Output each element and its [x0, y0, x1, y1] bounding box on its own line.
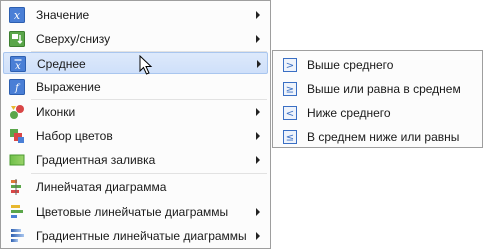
- icon-set-icon: [10, 105, 24, 119]
- submenu-item-above-or-equal-average[interactable]: ≥ Выше или равна в среднем: [275, 78, 480, 100]
- menu-item-label: Цветовые линейчатые диаграммы: [36, 205, 229, 219]
- color-set-icon: [10, 129, 24, 143]
- submenu-arrow-icon: [256, 208, 260, 216]
- menu-item-color-set[interactable]: Набор цветов: [3, 125, 268, 147]
- menu-separator: [31, 173, 267, 174]
- greater-than-icon: >: [283, 58, 297, 72]
- menu-separator: [31, 99, 267, 100]
- svg-text:x: x: [14, 9, 21, 22]
- submenu-arrow-icon: [256, 132, 260, 140]
- gradient-fill-icon: [9, 154, 25, 166]
- average-submenu: > Выше среднего ≥ Выше или равна в средн…: [272, 50, 483, 148]
- menu-item-label: Выражение: [36, 80, 101, 94]
- submenu-arrow-icon: [256, 35, 260, 43]
- gradient-bar-chart-icon: [11, 229, 24, 242]
- menu-item-icons[interactable]: Иконки: [3, 101, 268, 123]
- menu-item-expression[interactable]: f Выражение: [3, 76, 268, 98]
- menu-item-top-bottom[interactable]: Сверху/снизу: [3, 28, 268, 50]
- context-menu: x Значение Сверху/снизу x Среднее f Выра…: [0, 0, 271, 249]
- submenu-arrow-icon: [256, 11, 260, 19]
- color-bar-chart-icon: [11, 205, 23, 218]
- menu-item-value[interactable]: x Значение: [3, 4, 268, 26]
- function-icon: f: [9, 79, 25, 95]
- svg-text:≥: ≥: [286, 85, 294, 96]
- menu-item-bar-chart[interactable]: Линейчатая диаграмма: [3, 176, 268, 198]
- less-or-equal-icon: ≤: [283, 130, 297, 144]
- submenu-item-label: Выше среднего: [307, 58, 394, 72]
- menu-item-color-bar-charts[interactable]: Цветовые линейчатые диаграммы: [3, 201, 268, 223]
- x-variable-icon: x: [9, 7, 25, 23]
- greater-or-equal-icon: ≥: [283, 82, 297, 96]
- submenu-item-label: Выше или равна в среднем: [307, 82, 461, 96]
- submenu-item-below-or-equal-average[interactable]: ≤ В среднем ниже или равны: [275, 126, 480, 148]
- bar-chart-icon: [11, 179, 21, 195]
- menu-item-gradient-bar-charts[interactable]: Градиентные линейчатые диаграммы: [3, 225, 268, 247]
- menu-item-label: Среднее: [37, 57, 86, 71]
- menu-item-label: Набор цветов: [36, 129, 113, 143]
- svg-text:>: >: [286, 61, 294, 72]
- mouse-cursor-icon: [139, 55, 153, 75]
- menu-item-label: Значение: [36, 8, 90, 22]
- submenu-item-label: Ниже среднего: [307, 106, 391, 120]
- svg-text:<: <: [286, 109, 294, 120]
- svg-text:≤: ≤: [286, 133, 294, 144]
- menu-item-gradient-fill[interactable]: Градиентная заливка: [3, 149, 268, 171]
- menu-item-average[interactable]: x Среднее: [3, 52, 268, 74]
- submenu-arrow-icon: [256, 156, 260, 164]
- submenu-item-below-average[interactable]: < Ниже среднего: [275, 102, 480, 124]
- submenu-arrow-icon: [256, 232, 260, 240]
- submenu-arrow-icon: [257, 60, 261, 68]
- submenu-item-above-average[interactable]: > Выше среднего: [275, 54, 480, 76]
- submenu-item-label: В среднем ниже или равны: [307, 130, 460, 144]
- menu-item-label: Градиентная заливка: [36, 153, 156, 167]
- x-bar-icon: x: [10, 56, 26, 72]
- less-than-icon: <: [283, 106, 297, 120]
- menu-item-label: Иконки: [36, 105, 76, 119]
- menu-item-label: Линейчатая диаграмма: [36, 180, 167, 194]
- menu-item-label: Сверху/снизу: [36, 32, 111, 46]
- svg-text:x: x: [15, 61, 21, 72]
- top-bottom-icon: [9, 31, 25, 47]
- menu-item-label: Градиентные линейчатые диаграммы: [36, 229, 247, 243]
- submenu-arrow-icon: [256, 108, 260, 116]
